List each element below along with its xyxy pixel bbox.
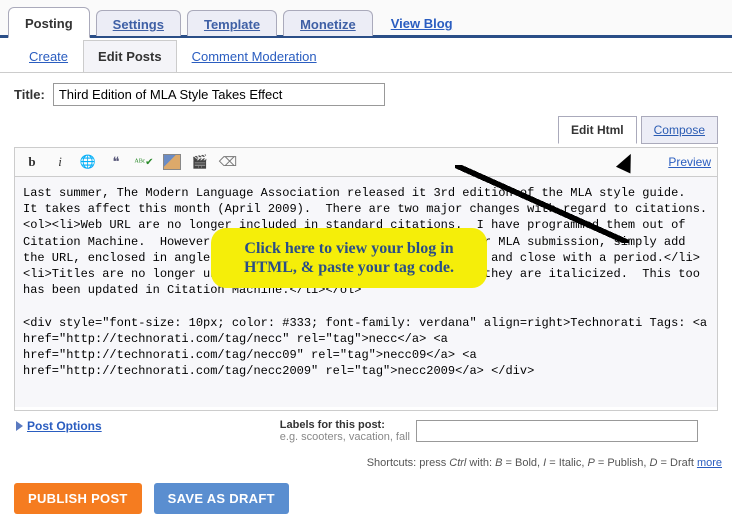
publish-post-button[interactable]: PUBLISH POST [14,483,142,514]
tab-compose[interactable]: Compose [641,116,718,144]
post-options-toggle[interactable]: Post Options [16,419,102,433]
spellcheck-button[interactable]: ᴬᴮᶜ✔ [133,152,155,172]
posting-subtabs: Create Edit Posts Comment Moderation [0,38,732,73]
tab-template[interactable]: Template [187,10,277,36]
remove-formatting-button[interactable]: ⌫ [217,152,239,172]
view-blog-link[interactable]: View Blog [391,16,453,31]
quote-button[interactable]: ❝ [105,152,127,172]
labels-hint: e.g. scooters, vacation, fall [280,431,410,443]
subtab-editposts[interactable]: Edit Posts [83,40,177,72]
labels-input[interactable] [416,420,698,442]
editor-mode-tabs: Edit Html Compose [14,116,718,144]
post-options-label: Post Options [27,419,102,433]
shortcuts-text: Shortcuts: press Ctrl with: B = Bold, I … [0,455,732,479]
labels-label: Labels for this post: [280,419,385,431]
tab-edit-html[interactable]: Edit Html [558,116,637,144]
italic-button[interactable]: i [49,152,71,172]
primary-tabs: Posting Settings Template Monetize View … [0,0,732,38]
title-input[interactable] [53,83,385,106]
shortcuts-more-link[interactable]: more [697,457,722,469]
title-label: Title: [14,87,45,102]
save-as-draft-button[interactable]: SAVE AS DRAFT [154,483,289,514]
editor-wrap: Click here to view your blog in HTML, & … [14,176,718,411]
tab-settings[interactable]: Settings [96,10,181,36]
triangle-right-icon [16,421,23,431]
arrow-line-icon [455,165,629,243]
tab-monetize[interactable]: Monetize [283,10,373,36]
annotation-arrow [455,153,635,243]
subtab-commentmoderation[interactable]: Comment Moderation [177,40,332,72]
subtab-create[interactable]: Create [14,40,83,72]
link-button[interactable]: 🌐 [77,152,99,172]
insert-video-button[interactable]: 🎬 [189,152,211,172]
tab-posting[interactable]: Posting [8,7,90,38]
annotation-callout: Click here to view your blog in HTML, & … [214,231,484,285]
preview-link[interactable]: Preview [668,155,711,169]
image-icon [163,154,181,170]
bold-button[interactable]: b [21,152,43,172]
insert-image-button[interactable] [161,152,183,172]
